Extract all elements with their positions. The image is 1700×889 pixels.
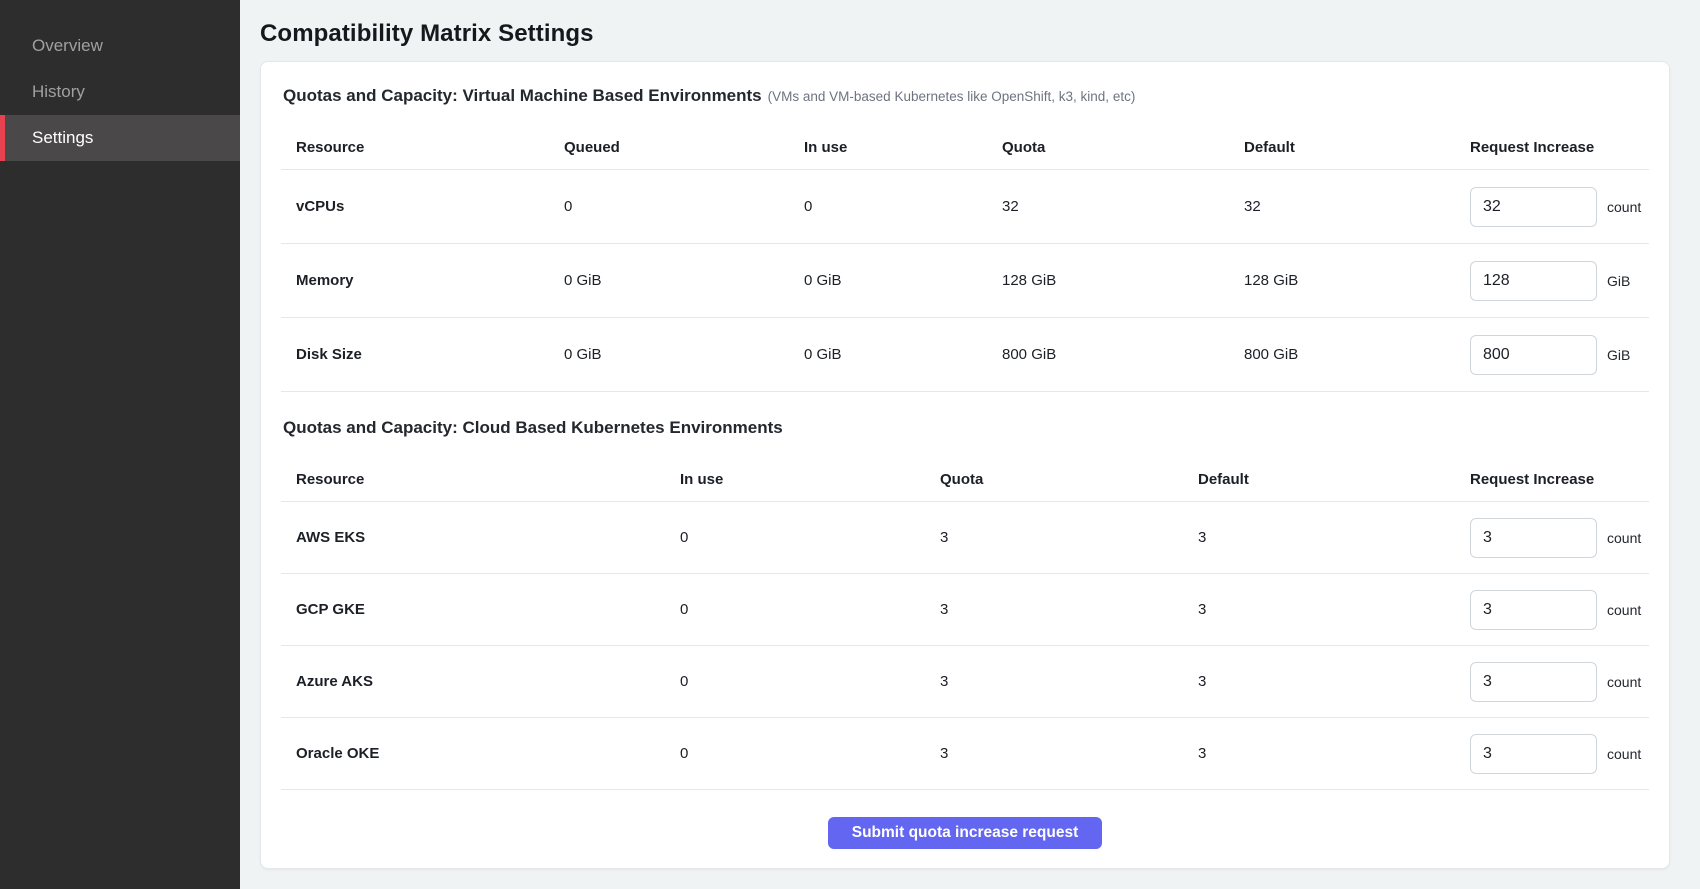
unit-label: GiB — [1607, 273, 1630, 289]
queued-cell: 0 — [564, 198, 804, 215]
col-header-in-use: In use — [680, 471, 940, 488]
request-increase-cell: count — [1470, 662, 1649, 702]
queued-cell: 0 GiB — [564, 272, 804, 289]
vm-section-title: Quotas and Capacity: Virtual Machine Bas… — [283, 86, 762, 105]
request-increase-input-memory[interactable] — [1470, 261, 1597, 301]
table-row-oracle-oke: Oracle OKE 0 3 3 count — [281, 718, 1649, 790]
app-window: Overview History Settings Compatibility … — [0, 0, 1700, 889]
cloud-section-heading: Quotas and Capacity: Cloud Based Kuberne… — [281, 418, 1649, 438]
request-increase-input-aws-eks[interactable] — [1470, 518, 1597, 558]
quota-cell: 3 — [940, 673, 1198, 690]
quota-cell: 3 — [940, 529, 1198, 546]
table-row-gcp-gke: GCP GKE 0 3 3 count — [281, 574, 1649, 646]
request-increase-cell: GiB — [1470, 261, 1649, 301]
request-increase-input-gcp-gke[interactable] — [1470, 590, 1597, 630]
resource-cell: Azure AKS — [296, 673, 680, 690]
submit-quota-increase-button[interactable]: Submit quota increase request — [828, 817, 1103, 849]
sidebar-item-history[interactable]: History — [0, 69, 240, 115]
main-content: Compatibility Matrix Settings Quotas and… — [240, 0, 1700, 889]
cloud-table-header: Resource In use Quota Default Request In… — [281, 458, 1649, 502]
col-header-queued: Queued — [564, 139, 804, 156]
default-cell: 32 — [1244, 198, 1470, 215]
request-increase-cell: count — [1470, 734, 1649, 774]
col-header-resource: Resource — [296, 139, 564, 156]
quota-cell: 3 — [940, 601, 1198, 618]
table-row-disk-size: Disk Size 0 GiB 0 GiB 800 GiB 800 GiB Gi… — [281, 318, 1649, 392]
default-cell: 128 GiB — [1244, 272, 1470, 289]
unit-label: count — [1607, 746, 1641, 762]
default-cell: 3 — [1198, 529, 1470, 546]
table-row-azure-aks: Azure AKS 0 3 3 count — [281, 646, 1649, 718]
unit-label: count — [1607, 199, 1641, 215]
sidebar-item-overview[interactable]: Overview — [0, 23, 240, 69]
resource-cell: GCP GKE — [296, 601, 680, 618]
vm-quota-table: Resource Queued In use Quota Default Req… — [281, 126, 1649, 392]
request-increase-cell: count — [1470, 187, 1649, 227]
col-header-request-increase: Request Increase — [1470, 471, 1649, 488]
page-title: Compatibility Matrix Settings — [260, 20, 1670, 48]
quota-cell: 800 GiB — [1002, 346, 1244, 363]
quota-cell: 3 — [940, 745, 1198, 762]
unit-label: GiB — [1607, 347, 1630, 363]
request-increase-cell: count — [1470, 590, 1649, 630]
default-cell: 800 GiB — [1244, 346, 1470, 363]
request-increase-input-disk-size[interactable] — [1470, 335, 1597, 375]
unit-label: count — [1607, 602, 1641, 618]
col-header-default: Default — [1198, 471, 1470, 488]
sidebar-item-settings[interactable]: Settings — [0, 115, 240, 161]
in-use-cell: 0 — [804, 198, 1002, 215]
table-row-memory: Memory 0 GiB 0 GiB 128 GiB 128 GiB GiB — [281, 244, 1649, 318]
request-increase-input-azure-aks[interactable] — [1470, 662, 1597, 702]
request-increase-input-vcpus[interactable] — [1470, 187, 1597, 227]
table-row-aws-eks: AWS EKS 0 3 3 count — [281, 502, 1649, 574]
request-increase-input-oracle-oke[interactable] — [1470, 734, 1597, 774]
cloud-section-title: Quotas and Capacity: Cloud Based Kuberne… — [283, 418, 783, 437]
sidebar: Overview History Settings — [0, 0, 240, 889]
in-use-cell: 0 GiB — [804, 272, 1002, 289]
vm-section-subtitle: (VMs and VM-based Kubernetes like OpenSh… — [768, 89, 1136, 104]
cloud-quota-table: Resource In use Quota Default Request In… — [281, 458, 1649, 790]
unit-label: count — [1607, 530, 1641, 546]
col-header-resource: Resource — [296, 471, 680, 488]
default-cell: 3 — [1198, 601, 1470, 618]
vm-section-heading: Quotas and Capacity: Virtual Machine Bas… — [281, 86, 1649, 106]
quota-cell: 128 GiB — [1002, 272, 1244, 289]
request-increase-cell: GiB — [1470, 335, 1649, 375]
in-use-cell: 0 — [680, 673, 940, 690]
resource-cell: Disk Size — [296, 346, 564, 363]
col-header-quota: Quota — [940, 471, 1198, 488]
in-use-cell: 0 — [680, 529, 940, 546]
default-cell: 3 — [1198, 745, 1470, 762]
resource-cell: vCPUs — [296, 198, 564, 215]
resource-cell: AWS EKS — [296, 529, 680, 546]
resource-cell: Memory — [296, 272, 564, 289]
request-increase-cell: count — [1470, 518, 1649, 558]
col-header-quota: Quota — [1002, 139, 1244, 156]
col-header-in-use: In use — [804, 139, 1002, 156]
col-header-default: Default — [1244, 139, 1470, 156]
vm-table-header: Resource Queued In use Quota Default Req… — [281, 126, 1649, 170]
in-use-cell: 0 GiB — [804, 346, 1002, 363]
submit-row: Submit quota increase request — [281, 817, 1649, 849]
unit-label: count — [1607, 674, 1641, 690]
quota-cell: 32 — [1002, 198, 1244, 215]
col-header-request-increase: Request Increase — [1470, 139, 1649, 156]
table-row-vcpus: vCPUs 0 0 32 32 count — [281, 170, 1649, 244]
in-use-cell: 0 — [680, 601, 940, 618]
queued-cell: 0 GiB — [564, 346, 804, 363]
default-cell: 3 — [1198, 673, 1470, 690]
resource-cell: Oracle OKE — [296, 745, 680, 762]
settings-card: Quotas and Capacity: Virtual Machine Bas… — [260, 61, 1670, 869]
in-use-cell: 0 — [680, 745, 940, 762]
